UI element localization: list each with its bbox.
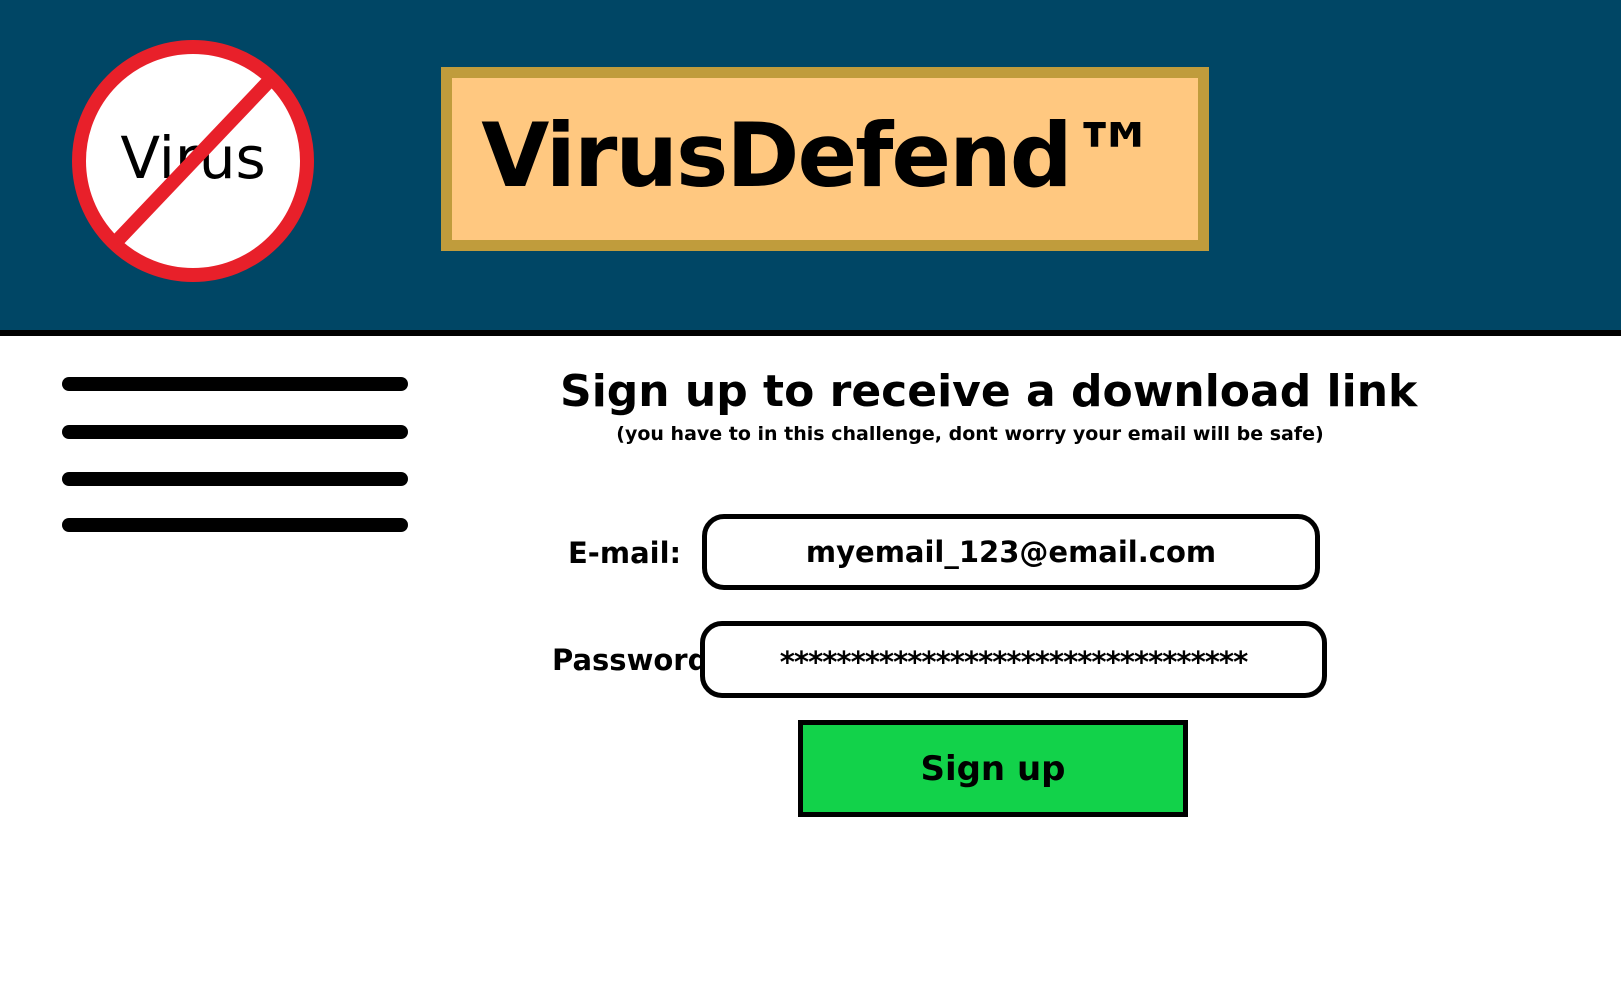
email-label: E-mail: — [568, 536, 682, 570]
signup-heading: Sign up to receive a download link — [560, 366, 1418, 417]
password-field[interactable]: ********************************* — [700, 621, 1327, 698]
menu-bar — [62, 377, 408, 391]
email-field[interactable]: myemail_123@email.com — [702, 514, 1320, 590]
brand-banner: VirusDefend™ — [441, 67, 1209, 251]
menu-bar — [62, 518, 408, 532]
brand-title: VirusDefend™ — [481, 104, 1158, 207]
header-bar: Virus VirusDefend™ — [0, 0, 1621, 336]
brand-banner-inner: VirusDefend™ — [452, 78, 1198, 240]
password-label: Password: — [552, 643, 720, 677]
menu-bar — [62, 472, 408, 486]
menu-bar — [62, 425, 408, 439]
no-virus-logo-icon: Virus — [72, 40, 314, 282]
signup-subheading: (you have to in this challenge, dont wor… — [616, 423, 1324, 445]
hamburger-menu-icon[interactable] — [62, 375, 412, 535]
signup-button[interactable]: Sign up — [798, 720, 1188, 817]
